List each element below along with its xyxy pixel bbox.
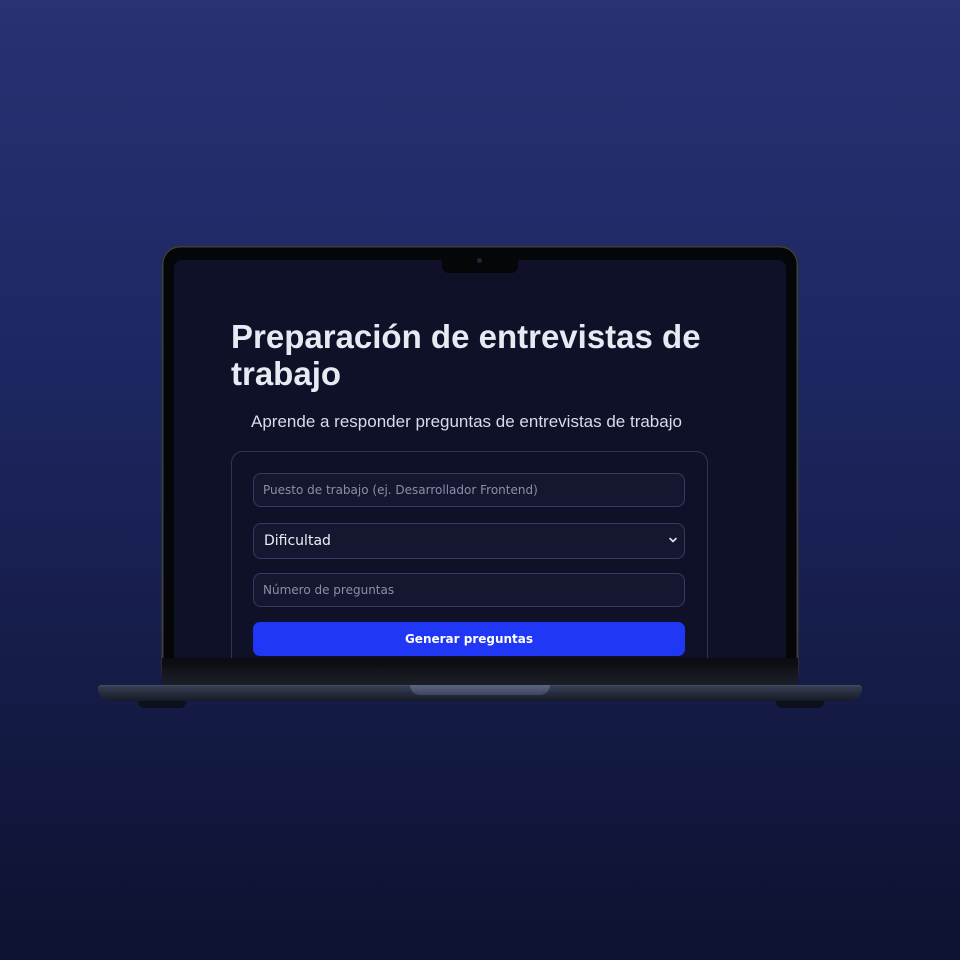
laptop-screen: Preparación de entrevistas de trabajo Ap… — [174, 260, 786, 658]
difficulty-select[interactable]: Dificultad — [253, 523, 685, 559]
job-title-input[interactable] — [253, 473, 685, 507]
page-title: Preparación de entrevistas de trabajo — [231, 318, 701, 392]
laptop-foot-left — [138, 701, 186, 708]
generate-questions-button[interactable]: Generar preguntas — [253, 622, 685, 656]
interview-form: Dificultad Generar preguntas — [231, 451, 708, 658]
laptop-foot-right — [776, 701, 824, 708]
laptop-base-lip — [410, 685, 550, 695]
chevron-down-icon — [669, 537, 677, 543]
page-subtitle: Aprende a responder preguntas de entrevi… — [251, 412, 682, 431]
question-count-input[interactable] — [253, 573, 685, 607]
camera-icon — [477, 258, 482, 263]
laptop-hinge — [162, 668, 798, 686]
difficulty-select-value: Dificultad — [264, 533, 331, 549]
